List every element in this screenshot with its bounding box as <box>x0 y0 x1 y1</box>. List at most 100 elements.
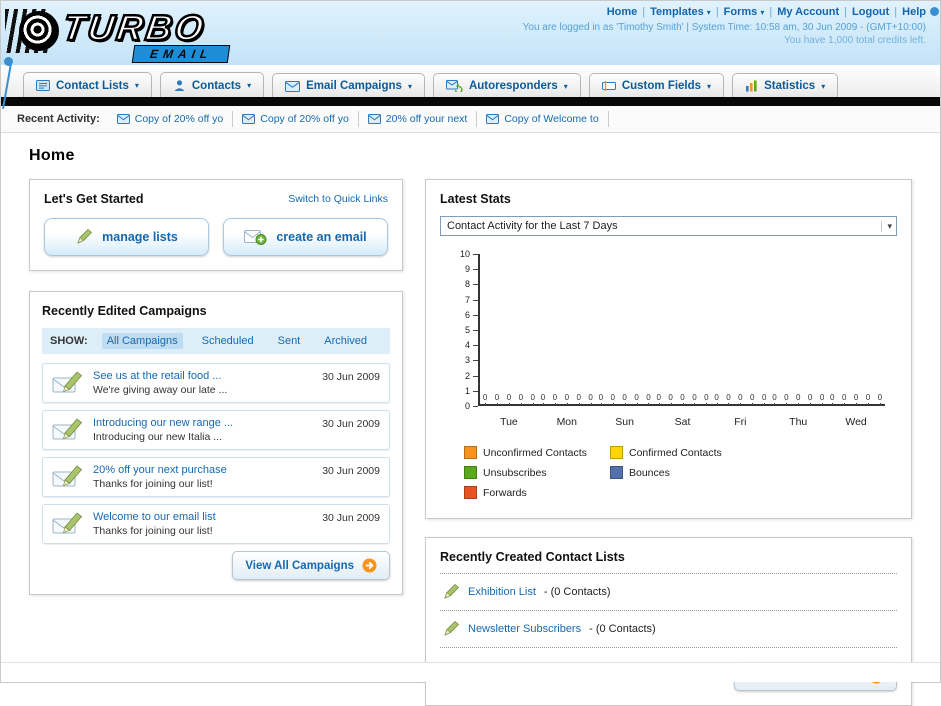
chart-legend: Unconfirmed Contacts Confirmed Contacts Un… <box>440 446 897 506</box>
x-axis-label: Sun <box>615 416 634 428</box>
nav-tab-email-campaigns[interactable]: Email Campaigns ▾ <box>272 73 425 97</box>
columns: Let's Get Started Switch to Quick Links … <box>29 179 912 706</box>
chevron-down-icon: ▾ <box>706 8 711 17</box>
y-axis-label: 0 <box>464 401 470 411</box>
chart-value-label: 0 <box>564 393 570 406</box>
y-axis-label: 7 <box>464 294 470 305</box>
recent-activity-item[interactable]: Copy of 20% off yo <box>233 111 359 127</box>
decor-dot-icon <box>930 7 939 16</box>
pencil-icon <box>442 583 460 601</box>
contact-list-link[interactable]: Newsletter Subscribers <box>468 623 581 635</box>
recent-activity-item[interactable]: 20% off your next <box>359 111 478 127</box>
chart-value-label: 0 <box>588 393 593 406</box>
page-title: Home <box>29 147 75 164</box>
contact-list-item: Newsletter Subscribers - (0 Contacts) <box>440 611 897 648</box>
nav-divider <box>1 97 940 106</box>
campaign-tab-sent[interactable]: Sent <box>273 333 306 349</box>
chart-value-labels: 00000 <box>830 393 883 406</box>
chart-value-label: 0 <box>656 393 661 406</box>
campaign-date: 30 Jun 2009 <box>322 512 380 524</box>
chevron-down-icon: ▾ <box>407 81 412 91</box>
legend-item-unconfirmed-contacts: Unconfirmed Contacts <box>464 446 610 459</box>
logo-swirl-icon <box>19 11 59 51</box>
top-nav-link-my-account[interactable]: My Account <box>777 6 839 18</box>
main-nav: Contact Lists ▾ Contacts ▾ Email Campaigns ▾ A… <box>1 65 940 97</box>
campaign-title-link[interactable]: Welcome to our email list <box>93 510 313 524</box>
recent-activity-item-label: 20% off your next <box>385 113 468 125</box>
nav-tab-autoresponders[interactable]: Autoresponders ▾ <box>432 73 581 97</box>
legend-label: Unsubscribes <box>483 466 547 479</box>
top-nav-links: Home | Templates ▾ | Forms ▾ | My Account | Logo… <box>523 6 926 18</box>
legend-swatch <box>464 466 477 479</box>
campaign-date: 30 Jun 2009 <box>322 371 380 383</box>
campaign-item[interactable]: Introducing our new range ... Introducing… <box>42 410 390 450</box>
chevron-down-icon: ▾ <box>760 8 765 17</box>
campaign-tab-all-campaigns[interactable]: All Campaigns <box>101 333 183 349</box>
top-right-area: Home | Templates ▾ | Forms ▾ | My Account | Logo… <box>523 6 926 46</box>
chart-value-label: 0 <box>610 393 615 406</box>
campaign-tab-archived[interactable]: Archived <box>319 333 372 349</box>
campaign-title-link[interactable]: See us at the retail food ... <box>93 369 313 383</box>
top-nav-link-templates[interactable]: Templates ▾ <box>650 6 711 18</box>
nav-tab-contact-lists[interactable]: Contact Lists ▾ <box>23 72 152 97</box>
envelope-pencil-icon <box>52 370 84 396</box>
chart-value-label: 0 <box>877 393 883 406</box>
latest-stats-panel: Latest Stats Contact Activity for the La… <box>425 179 912 519</box>
view-all-campaigns-button[interactable]: View All Campaigns <box>232 551 390 580</box>
campaign-text: See us at the retail food ... We're givin… <box>93 369 313 397</box>
chevron-down-icon: ▾ <box>563 81 568 91</box>
campaign-item[interactable]: See us at the retail food ... We're givin… <box>42 363 390 403</box>
legend-label: Forwards <box>483 486 527 499</box>
y-axis-label: 4 <box>464 340 470 351</box>
nav-tab-custom-fields[interactable]: Custom Fields ▾ <box>588 73 725 97</box>
top-nav-link-logout[interactable]: Logout <box>852 6 889 18</box>
y-axis-tick <box>473 269 478 271</box>
stats-filter-select[interactable]: Contact Activity for the Last 7 Days ▾ <box>440 216 897 236</box>
top-nav-link-home[interactable]: Home <box>607 6 638 18</box>
envelope-icon <box>242 114 256 124</box>
y-axis-tick <box>473 390 478 392</box>
x-axis-label: Sat <box>674 416 691 428</box>
campaign-subtitle: Thanks for joining our list! <box>93 525 213 537</box>
recent-activity-item[interactable]: Copy of Welcome to <box>477 111 609 127</box>
x-axis-label: Wed <box>845 416 867 428</box>
nav-tab-contacts[interactable]: Contacts ▾ <box>159 72 265 97</box>
chart-value-labels: 00000 <box>541 393 593 406</box>
logo-title: TURBO <box>59 6 210 50</box>
chart-value-label: 0 <box>668 393 673 406</box>
x-axis-label: Mon <box>556 416 577 428</box>
get-started-header: Let's Get Started Switch to Quick Links <box>44 192 388 206</box>
stats-filter-value: Contact Activity for the Last 7 Days <box>447 220 618 232</box>
top-nav-link-help[interactable]: Help <box>902 6 926 18</box>
chart-value-labels: 00000 <box>772 393 824 406</box>
logo-subtitle: EMAIL <box>131 45 231 63</box>
legend-label: Unconfirmed Contacts <box>483 446 587 459</box>
legend-item-unsubscribes: Unsubscribes <box>464 466 610 479</box>
y-axis-label: 10 <box>459 249 470 259</box>
campaign-text: Introducing our new range ... Introducing… <box>93 416 313 444</box>
manage-lists-button[interactable]: manage lists <box>44 218 209 256</box>
contact-list-link[interactable]: Exhibition List <box>468 586 536 598</box>
campaign-filter-tabs: SHOW: All Campaigns Scheduled Sent Archived <box>42 328 390 354</box>
campaign-title-link[interactable]: Introducing our new range ... <box>93 416 313 430</box>
chart-category-group: 0 0 0 0 0 Wed <box>827 254 885 428</box>
campaign-tab-scheduled[interactable]: Scheduled <box>197 333 259 349</box>
recent-activity-item[interactable]: Copy of 20% off yo <box>108 111 234 127</box>
nav-tab-statistics[interactable]: Statistics ▾ <box>732 73 839 97</box>
top-nav-link-forms[interactable]: Forms ▾ <box>724 6 765 18</box>
create-an-email-button[interactable]: create an email <box>223 218 388 256</box>
envelope-pencil-icon <box>52 511 84 537</box>
chart-value-labels: 00000 <box>599 393 651 406</box>
chart-value-label: 0 <box>784 393 789 406</box>
campaign-item[interactable]: 20% off your next purchase Thanks for joi… <box>42 457 390 497</box>
page: TURBO EMAIL Home | Templates ▾ | Forms ▾ | My … <box>1 1 940 706</box>
campaign-item[interactable]: Welcome to our email list Thanks for join… <box>42 504 390 544</box>
chart-value-label: 0 <box>772 393 777 406</box>
nav-tab-label: Statistics <box>764 80 816 92</box>
switch-quick-links-link[interactable]: Switch to Quick Links <box>288 193 388 205</box>
y-axis-tick <box>473 330 478 331</box>
campaign-subtitle: We're giving away our late ... <box>93 384 228 396</box>
campaign-title-link[interactable]: 20% off your next purchase <box>93 463 313 477</box>
envelope-icon <box>367 114 381 124</box>
link-separator: | <box>642 6 646 18</box>
